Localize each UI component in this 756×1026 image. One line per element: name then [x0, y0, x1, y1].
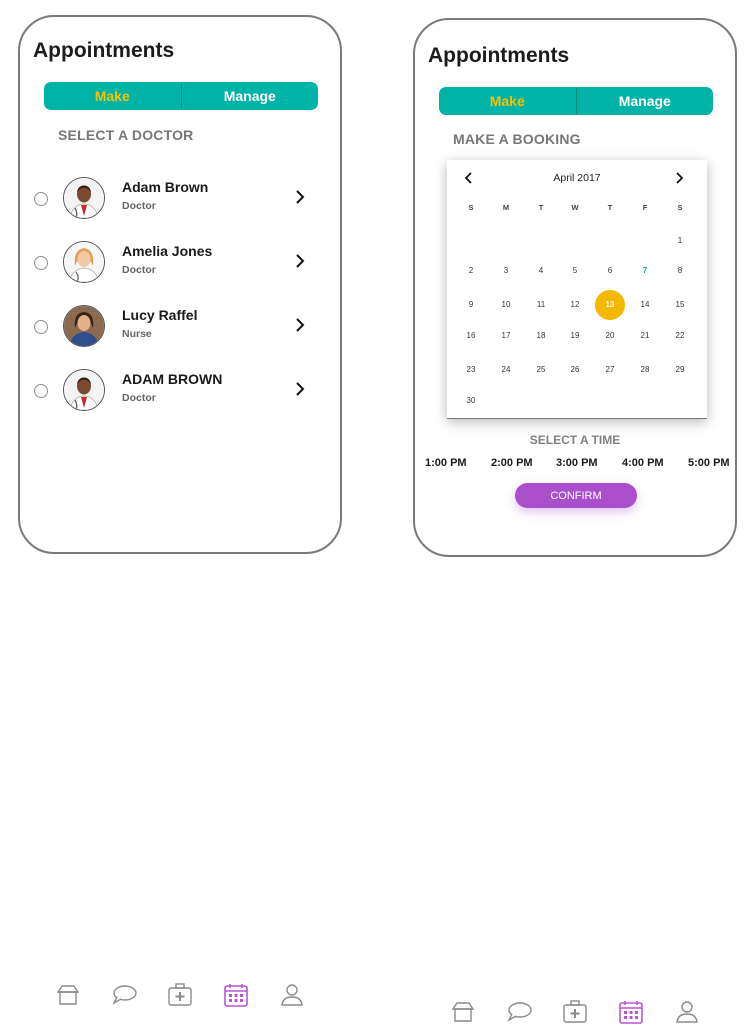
weekday-label: S	[677, 203, 683, 212]
weekday-label: T	[538, 203, 544, 212]
doctor-radio[interactable]	[34, 384, 48, 398]
weekday-label: F	[642, 203, 648, 212]
calendar-day[interactable]: 25	[529, 365, 553, 375]
doctor-row-amelia-jones[interactable]: Amelia Jones Doctor	[20, 241, 340, 287]
segmented-control: Make Manage	[44, 82, 318, 110]
bottom-tab-bar	[415, 505, 735, 1024]
calendar-day[interactable]: 11	[529, 300, 553, 310]
calendar-day[interactable]: 29	[668, 365, 692, 375]
avatar	[63, 369, 105, 411]
calendar-day[interactable]: 27	[598, 365, 622, 375]
chat-icon[interactable]	[505, 998, 533, 1026]
time-slot[interactable]: 5:00 PM	[688, 457, 730, 469]
calendar-day[interactable]: 4	[529, 266, 553, 276]
home-icon[interactable]	[449, 998, 477, 1026]
chevron-right-icon[interactable]	[294, 189, 306, 205]
calendar-icon[interactable]	[617, 998, 645, 1026]
profile-icon[interactable]	[278, 981, 306, 1009]
calendar-day[interactable]: 22	[668, 331, 692, 341]
doctor-name: Lucy Raffel	[122, 307, 198, 323]
calendar-day[interactable]: 10	[494, 300, 518, 310]
calendar-day[interactable]: 1	[668, 236, 692, 246]
doctor-role: Doctor	[122, 392, 156, 404]
home-icon[interactable]	[54, 981, 82, 1009]
doctor-name: Amelia Jones	[122, 243, 213, 259]
calendar-day[interactable]: 16	[459, 331, 483, 341]
doctor-radio[interactable]	[34, 320, 48, 334]
calendar-day[interactable]: 28	[633, 365, 657, 375]
weekday-label: S	[468, 203, 474, 212]
chevron-right-icon[interactable]	[294, 253, 306, 269]
time-slot[interactable]: 2:00 PM	[491, 457, 533, 469]
doctor-role: Doctor	[122, 264, 156, 276]
doctor-radio[interactable]	[34, 256, 48, 270]
calendar-day[interactable]: 2	[459, 266, 483, 276]
page-title: Appointments	[428, 44, 570, 67]
section-label: SELECT A DOCTOR	[58, 127, 194, 143]
calendar-day[interactable]: 21	[633, 331, 657, 341]
calendar-popup: April 2017 S M T W T F S 1 2 3 4 5 6 7 8 9 10 11 12 13 14 15 1…	[447, 160, 707, 419]
calendar-day[interactable]: 24	[494, 365, 518, 375]
bottom-tab-bar	[20, 502, 340, 1007]
tab-manage[interactable]: Manage	[182, 82, 319, 110]
doctor-row-adam-brown-2[interactable]: ADAM BROWN Doctor	[20, 369, 340, 415]
calendar-icon[interactable]	[222, 981, 250, 1009]
calendar-day[interactable]: 20	[598, 331, 622, 341]
calendar-month: April 2017	[553, 172, 601, 184]
doctor-row-adam-brown[interactable]: Adam Brown Doctor	[20, 177, 340, 223]
phone-screen-make-booking: Appointments Make Manage MAKE A BOOKING …	[413, 18, 737, 1024]
select-time-label: SELECT A TIME	[529, 433, 621, 447]
time-slot[interactable]: 3:00 PM	[556, 457, 598, 469]
doctor-role: Doctor	[122, 200, 156, 212]
tab-make[interactable]: Make	[44, 82, 181, 110]
calendar-day[interactable]: 7	[633, 266, 657, 276]
calendar-day[interactable]: 15	[668, 300, 692, 310]
chevron-right-icon[interactable]	[294, 381, 306, 397]
doctor-radio[interactable]	[34, 192, 48, 206]
weekday-label: M	[502, 203, 510, 212]
calendar-day[interactable]: 5	[563, 266, 587, 276]
medical-kit-icon[interactable]	[166, 981, 194, 1009]
medical-kit-icon[interactable]	[561, 998, 589, 1026]
calendar-day[interactable]: 19	[563, 331, 587, 341]
time-slot[interactable]: 4:00 PM	[622, 457, 664, 469]
avatar	[63, 241, 105, 283]
tab-make[interactable]: Make	[439, 87, 576, 115]
tab-manage[interactable]: Manage	[577, 87, 714, 115]
calendar-day-selected[interactable]: 13	[598, 300, 622, 310]
next-month-icon[interactable]	[673, 172, 685, 184]
time-slot[interactable]: 1:00 PM	[425, 457, 467, 469]
doctor-row-lucy-raffel[interactable]: Lucy Raffel Nurse	[20, 305, 340, 351]
profile-icon[interactable]	[673, 998, 701, 1026]
calendar-day[interactable]: 17	[494, 331, 518, 341]
avatar	[63, 305, 105, 347]
calendar-day[interactable]: 14	[633, 300, 657, 310]
calendar-day[interactable]: 12	[563, 300, 587, 310]
section-label: MAKE A BOOKING	[453, 131, 581, 147]
calendar-day[interactable]: 9	[459, 300, 483, 310]
calendar-day[interactable]: 3	[494, 266, 518, 276]
calendar-day[interactable]: 26	[563, 365, 587, 375]
calendar-day[interactable]: 18	[529, 331, 553, 341]
calendar-day[interactable]: 8	[668, 266, 692, 276]
calendar-day[interactable]: 23	[459, 365, 483, 375]
doctor-name: ADAM BROWN	[122, 371, 223, 387]
calendar-day[interactable]: 6	[598, 266, 622, 276]
chat-icon[interactable]	[110, 981, 138, 1009]
phone-screen-select-doctor: Appointments Make Manage SELECT A DOCTOR…	[18, 15, 342, 1007]
segmented-control: Make Manage	[439, 87, 713, 115]
page-title: Appointments	[33, 39, 175, 62]
weekday-label: T	[607, 203, 613, 212]
chevron-right-icon[interactable]	[294, 317, 306, 333]
weekday-label: W	[571, 203, 579, 212]
calendar-day[interactable]: 30	[459, 396, 483, 406]
avatar	[63, 177, 105, 219]
doctor-role: Nurse	[122, 328, 152, 340]
doctor-name: Adam Brown	[122, 179, 209, 195]
